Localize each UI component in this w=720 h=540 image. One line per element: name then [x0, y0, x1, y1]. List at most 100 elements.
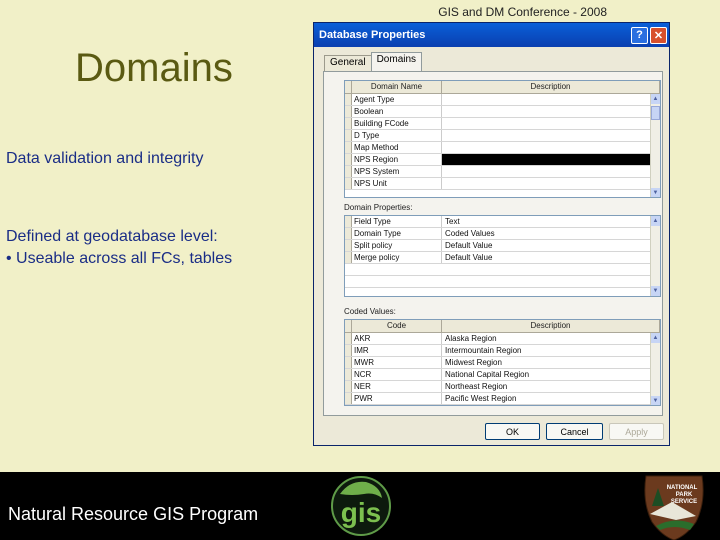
coded-cell-1[interactable]: PWR: [352, 393, 442, 404]
property-cell-2[interactable]: Coded Values: [442, 228, 660, 239]
coded-value-row[interactable]: AKR Alaska Region: [345, 333, 660, 345]
property-cell-2[interactable]: Default Value: [442, 252, 660, 263]
dialog-titlebar[interactable]: Database Properties ? ✕: [314, 23, 669, 47]
ok-button[interactable]: OK: [485, 423, 540, 440]
coded-cell-1[interactable]: NCR: [352, 369, 442, 380]
domain-cell-1[interactable]: NPS Region: [352, 154, 442, 165]
property-row[interactable]: Domain Type Coded Values: [345, 228, 660, 240]
domain-row[interactable]: Building FCode: [345, 118, 660, 130]
row-selector[interactable]: [345, 345, 352, 356]
property-row[interactable]: Field Type Text: [345, 216, 660, 228]
property-row[interactable]: Merge policy Default Value: [345, 252, 660, 264]
row-selector[interactable]: [345, 166, 352, 177]
coded-value-row[interactable]: NER Northeast Region: [345, 381, 660, 393]
row-selector[interactable]: [345, 154, 352, 165]
apply-button[interactable]: Apply: [609, 423, 664, 440]
gis-logo-text: gis: [341, 497, 381, 528]
coded-value-row[interactable]: NCR National Capital Region: [345, 369, 660, 381]
row-selector[interactable]: [345, 118, 352, 129]
property-cell-1[interactable]: Field Type: [352, 216, 442, 227]
property-cell-1[interactable]: Merge policy: [352, 252, 442, 263]
coded-cell-1[interactable]: AKR: [352, 333, 442, 344]
scroll-down-icon[interactable]: ▼: [651, 286, 660, 296]
domain-row[interactable]: NPS System: [345, 166, 660, 178]
domain-cell-2[interactable]: [442, 118, 660, 129]
scroll-up-icon[interactable]: ▲: [651, 94, 660, 104]
coded-cell-2[interactable]: Pacific West Region: [442, 393, 660, 404]
domains-grid[interactable]: Domain Name Description Agent Type Boolea…: [344, 80, 661, 198]
row-selector[interactable]: [345, 333, 352, 344]
scroll-down-icon[interactable]: ▼: [651, 188, 660, 197]
property-cell-1[interactable]: Split policy: [352, 240, 442, 251]
domain-properties-grid[interactable]: Field Type Text Domain Type Coded Values Spl…: [344, 215, 661, 297]
properties-scrollbar[interactable]: ▲ ▼: [650, 216, 660, 296]
row-selector[interactable]: [345, 381, 352, 392]
row-selector[interactable]: [345, 240, 352, 251]
tab-general[interactable]: General: [324, 55, 372, 71]
domain-cell-2[interactable]: [442, 178, 660, 189]
row-selector[interactable]: [345, 216, 352, 227]
row-selector[interactable]: [345, 357, 352, 368]
scroll-down-icon[interactable]: ▼: [651, 396, 660, 405]
row-selector[interactable]: [345, 393, 352, 404]
help-button[interactable]: ?: [631, 26, 648, 44]
coded-values-scrollbar[interactable]: ▲ ▼: [650, 333, 660, 405]
row-selector[interactable]: [345, 94, 352, 105]
domain-row[interactable]: NPS Unit: [345, 178, 660, 190]
domain-row[interactable]: NPS Region: [345, 154, 660, 166]
row-selector[interactable]: [345, 178, 352, 189]
domain-cell-1[interactable]: NPS System: [352, 166, 442, 177]
domain-row[interactable]: Boolean: [345, 106, 660, 118]
domain-cell-1[interactable]: NPS Unit: [352, 178, 442, 189]
coded-cell-2[interactable]: Midwest Region: [442, 357, 660, 368]
domain-cell-2[interactable]: [442, 106, 660, 117]
row-selector[interactable]: [345, 130, 352, 141]
domain-cell-1[interactable]: Building FCode: [352, 118, 442, 129]
coded-value-row[interactable]: MWR Midwest Region: [345, 357, 660, 369]
coded-cell-2[interactable]: Alaska Region: [442, 333, 660, 344]
row-selector[interactable]: [345, 228, 352, 239]
domain-cell-1[interactable]: Map Method: [352, 142, 442, 153]
domains-scrollbar[interactable]: ▲ ▼: [650, 94, 660, 197]
tab-domains[interactable]: Domains: [370, 52, 423, 71]
property-cell-2[interactable]: Text: [442, 216, 660, 227]
scroll-thumb[interactable]: [651, 106, 660, 120]
property-cell-1[interactable]: Domain Type: [352, 228, 442, 239]
row-selector[interactable]: [345, 106, 352, 117]
row-selector[interactable]: [345, 369, 352, 380]
cancel-button[interactable]: Cancel: [546, 423, 603, 440]
property-row[interactable]: Split policy Default Value: [345, 240, 660, 252]
domain-cell-2[interactable]: [442, 142, 660, 153]
coded-cell-1[interactable]: IMR: [352, 345, 442, 356]
coded-value-row[interactable]: PWR Pacific West Region: [345, 393, 660, 405]
domain-row[interactable]: Map Method: [345, 142, 660, 154]
description-column-header[interactable]: Description: [442, 81, 660, 93]
coded-description-column-header[interactable]: Description: [442, 320, 660, 332]
domain-row[interactable]: Agent Type: [345, 94, 660, 106]
domain-name-column-header[interactable]: Domain Name: [352, 81, 442, 93]
coded-value-row[interactable]: IMR Intermountain Region: [345, 345, 660, 357]
domain-row[interactable]: D Type: [345, 130, 660, 142]
scroll-up-icon[interactable]: ▲: [651, 333, 660, 343]
property-cell-2[interactable]: Default Value: [442, 240, 660, 251]
domain-cell-2[interactable]: [442, 154, 660, 165]
domain-cell-1[interactable]: Boolean: [352, 106, 442, 117]
domain-cell-2[interactable]: [442, 94, 660, 105]
coded-cell-2[interactable]: Northeast Region: [442, 381, 660, 392]
coded-cell-1[interactable]: NER: [352, 381, 442, 392]
coded-values-grid[interactable]: Code Description AKR Alaska Region IMR Inte…: [344, 319, 661, 406]
scroll-up-icon[interactable]: ▲: [651, 216, 660, 226]
domain-cell-1[interactable]: D Type: [352, 130, 442, 141]
bullet-geodatabase-line2: • Useable across all FCs, tables: [6, 250, 233, 267]
domain-cell-2[interactable]: [442, 130, 660, 141]
coded-cell-2[interactable]: Intermountain Region: [442, 345, 660, 356]
row-selector[interactable]: [345, 142, 352, 153]
domain-cell-2[interactable]: [442, 166, 660, 177]
domain-cell-1[interactable]: Agent Type: [352, 94, 442, 105]
coded-cell-1[interactable]: MWR: [352, 357, 442, 368]
close-button[interactable]: ✕: [650, 26, 667, 44]
row-selector[interactable]: [345, 252, 352, 263]
coded-cell-2[interactable]: National Capital Region: [442, 369, 660, 380]
bullet-geodatabase-level: Defined at geodatabase level: • Useable …: [6, 226, 232, 270]
code-column-header[interactable]: Code: [352, 320, 442, 332]
